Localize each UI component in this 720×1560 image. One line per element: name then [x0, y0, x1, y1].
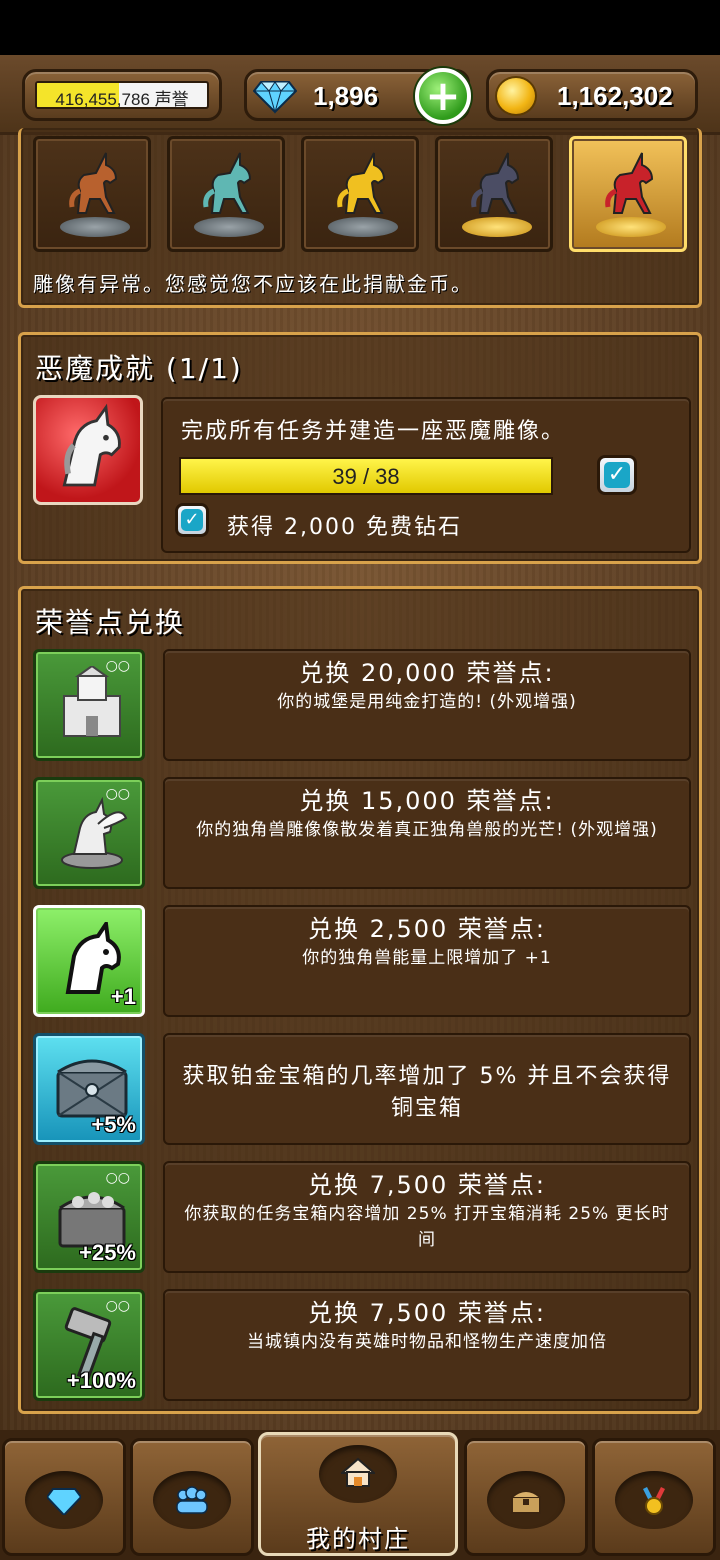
achievement-card: 完成所有任务并建造一座恶魔雕像。 39 / 38 ✓ ✓ 获得 2,000 免费… [161, 397, 691, 553]
honor-progress: 416,455,786 声誉 [35, 81, 209, 109]
gold-unicorn-statue[interactable] [301, 136, 419, 252]
honor-value: 416,455,786 [55, 90, 150, 109]
gem-value: 1,896 [313, 81, 379, 111]
coin-value: 1,162,302 [557, 81, 673, 111]
honor-exchange-row[interactable]: ○○ +100% 兑换 7,500 荣誉点: 当城镇内没有英雄时物品和怪物生产速度加倍 [33, 1289, 693, 1401]
people-icon [176, 1486, 208, 1514]
honor-exchange-row[interactable]: ○○ +25% 兑换 7,500 荣誉点: 你获取的任务宝箱内容增加 25% 打开宝箱… [33, 1161, 693, 1273]
unicorn-statue-icon [605, 152, 654, 214]
gem-counter: 1,896 + [244, 68, 471, 124]
exchange-title: 兑换 2,500 荣誉点: [307, 915, 547, 943]
exchange-description: 获取铂金宝箱的几率增加了 5% 并且不会获得铜宝箱 [182, 1064, 672, 1121]
unicorn-head-icon [62, 403, 121, 487]
unicorn-statue-icon [337, 152, 386, 214]
exchange-title: 兑换 7,500 荣誉点: [307, 1171, 547, 1199]
exchange-card[interactable]: 获取铂金宝箱的几率增加了 5% 并且不会获得铜宝箱 [163, 1033, 691, 1145]
gold-castle-icon[interactable]: ○○ [33, 649, 145, 761]
honor-counter: 416,455,786 声誉 [22, 69, 222, 121]
exchange-description: 你的城堡是用纯金打造的! (外观增强) [277, 692, 577, 712]
exchange-description: 你的独角兽雕像像散发着真正独角兽般的光芒! (外观增强) [196, 820, 658, 840]
honor-exchange-title: 荣誉点兑换 [35, 606, 186, 639]
demon-achievement-title: 恶魔成就 (1/1) [35, 352, 243, 385]
bonus-badge: +1 [110, 984, 136, 1009]
honor-exchange-panel: 荣誉点兑换 ○○ 兑换 20,000 荣誉点: 你的城堡是用纯金打造的! (外观增强… [18, 586, 702, 1414]
exchange-title: 兑换 15,000 荣誉点: [299, 787, 555, 815]
unicorn-statue-icon [203, 152, 252, 214]
bonus-badge: +25% [79, 1240, 136, 1265]
exchange-description: 当城镇内没有英雄时物品和怪物生产速度加倍 [247, 1332, 607, 1352]
demon-achievement-panel: 恶魔成就 (1/1) 完成所有任务并建造一座恶魔雕像。 39 / 38 ✓ ✓ … [18, 332, 702, 564]
honor-exchange-row[interactable]: ○○ 兑换 15,000 荣誉点: 你的独角兽雕像像散发着真正独角兽般的光芒! (外… [33, 777, 693, 889]
unicorn-statue-icon [69, 152, 118, 214]
demon-unicorn-icon [33, 395, 143, 505]
gold-castle-icon-glyph [63, 666, 121, 737]
exchange-card[interactable]: 兑换 2,500 荣誉点: 你的独角兽能量上限增加了 +1 [163, 905, 691, 1017]
achievement-progress-bar: 39 / 38 [179, 457, 553, 495]
exchange-card[interactable]: 兑换 7,500 荣誉点: 当城镇内没有英雄时物品和怪物生产速度加倍 [163, 1289, 691, 1401]
bonus-badge: +5% [91, 1112, 136, 1137]
pegasus-statue-icon[interactable]: ○○ [33, 777, 145, 889]
reward-claimed-checkbox[interactable]: ✓ [175, 503, 209, 537]
exchange-card[interactable]: 兑换 20,000 荣誉点: 你的城堡是用纯金打造的! (外观增强) [163, 649, 691, 761]
checkmark-icon: ✓ [604, 462, 630, 488]
bonus-badge: +100% [66, 1368, 136, 1393]
coin-counter: 1,162,302 [486, 69, 698, 121]
bronze-unicorn-statue[interactable] [33, 136, 151, 252]
achievement-complete-checkbox[interactable]: ✓ [597, 455, 637, 495]
chest-icon [511, 1490, 541, 1514]
medal-icon [643, 1487, 665, 1515]
nav-label: 我的村庄 [306, 1525, 410, 1553]
honor-unit: 声誉 [154, 90, 189, 109]
achievement-progress-text: 39 / 38 [332, 464, 400, 489]
diamond-icon [253, 81, 297, 114]
pegasus-statue-icon-glyph [61, 796, 128, 869]
buy-gems-button[interactable]: + [415, 68, 471, 124]
demon-unicorn-statue[interactable] [569, 136, 687, 252]
unicorn-statue-icon [471, 152, 520, 214]
achievement-reward: 获得 2,000 免费钻石 [227, 515, 462, 540]
statue-panel: 雕像有异常。您感觉您不应该在此捐献金币。 [18, 128, 702, 308]
exchange-description: 你的独角兽能量上限增加了 +1 [302, 948, 552, 968]
statue-message: 雕像有异常。您感觉您不应该在此捐献金币。 [33, 272, 473, 296]
exchange-title: 兑换 7,500 荣誉点: [307, 1299, 547, 1327]
diamond-icon [47, 1488, 81, 1515]
house-icon [341, 1457, 375, 1487]
exchange-description: 你获取的任务宝箱内容增加 25% 打开宝箱消耗 25% 更长时间 [184, 1204, 670, 1250]
coin-icon [495, 76, 537, 116]
nav-heroes[interactable] [130, 1438, 254, 1556]
platinum-chest-icon[interactable]: +5% [33, 1033, 145, 1145]
achievement-description: 完成所有任务并建造一座恶魔雕像。 [181, 419, 566, 444]
nav-gems[interactable] [2, 1438, 126, 1556]
nav-my-village[interactable]: 我的村庄 [258, 1432, 458, 1556]
exchange-title: 兑换 20,000 荣誉点: [299, 659, 555, 687]
dark-unicorn-statue[interactable] [435, 136, 553, 252]
hammer-icon[interactable]: ○○ +100% [33, 1289, 145, 1401]
nav-chest[interactable] [464, 1438, 588, 1556]
quest-chest-icon[interactable]: ○○ +25% [33, 1161, 145, 1273]
exchange-card[interactable]: 兑换 15,000 荣誉点: 你的独角兽雕像像散发着真正独角兽般的光芒! (外观增… [163, 777, 691, 889]
silver-unicorn-statue[interactable] [167, 136, 285, 252]
unicorn-energy-icon[interactable]: +1 [33, 905, 145, 1017]
honor-exchange-row[interactable]: +1 兑换 2,500 荣誉点: 你的独角兽能量上限增加了 +1 [33, 905, 693, 1017]
status-bar [0, 0, 720, 55]
exchange-card[interactable]: 兑换 7,500 荣誉点: 你获取的任务宝箱内容增加 25% 打开宝箱消耗 25%… [163, 1161, 691, 1273]
bottom-nav: 我的村庄 [0, 1430, 720, 1560]
checkmark-icon: ✓ [181, 509, 203, 531]
resource-bar: 416,455,786 声誉 1,896 + 1,162,302 [0, 55, 720, 135]
plus-icon: + [425, 71, 461, 120]
honor-text: 416,455,786 声誉 [37, 85, 207, 109]
honor-exchange-row[interactable]: +5% 获取铂金宝箱的几率增加了 5% 并且不会获得铜宝箱 [33, 1033, 693, 1145]
nav-achievements[interactable] [592, 1438, 716, 1556]
honor-exchange-row[interactable]: ○○ 兑换 20,000 荣誉点: 你的城堡是用纯金打造的! (外观增强) [33, 649, 693, 761]
